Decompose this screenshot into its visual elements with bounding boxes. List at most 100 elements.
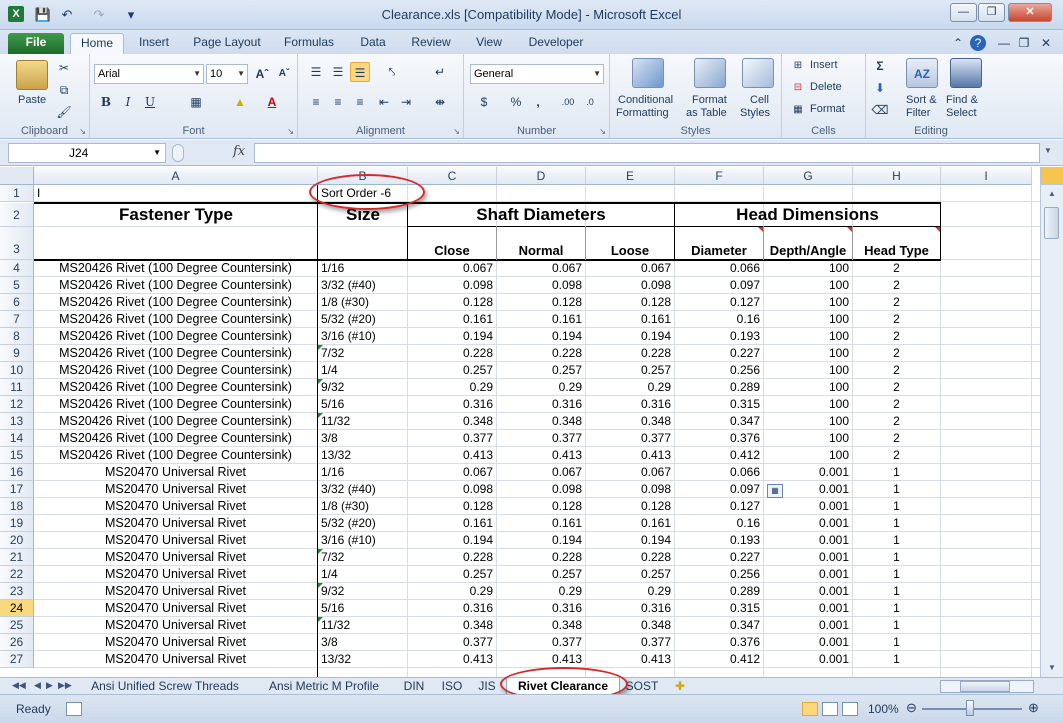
row-header[interactable]: 8 xyxy=(0,328,34,345)
error-indicator-icon[interactable] xyxy=(318,345,323,350)
insert-function-icon[interactable]: fx xyxy=(233,144,245,159)
align-left-icon[interactable]: ≡ xyxy=(306,92,326,112)
cell-a4[interactable]: MS20426 Rivet (100 Degree Countersink) xyxy=(34,260,317,277)
cell-c17[interactable]: 0.098 xyxy=(408,481,496,498)
cell-a21[interactable]: MS20470 Universal Rivet xyxy=(34,549,317,566)
zoom-slider-thumb[interactable] xyxy=(966,700,974,716)
row-header[interactable]: 11 xyxy=(0,379,34,396)
cell-h13[interactable]: 2 xyxy=(853,413,940,430)
cell-d13[interactable]: 0.348 xyxy=(497,413,585,430)
cell-h27[interactable]: 1 xyxy=(853,651,940,668)
tab-review[interactable]: Review xyxy=(404,33,458,54)
prev-sheet-icon[interactable]: ◀ xyxy=(34,680,41,691)
cell-e25[interactable]: 0.348 xyxy=(586,617,674,634)
workbook-close-icon[interactable]: ✕ xyxy=(1038,35,1054,51)
cell-b24[interactable]: 5/16 xyxy=(318,600,407,617)
error-indicator-icon[interactable] xyxy=(318,549,323,554)
cell-a16[interactable]: MS20470 Universal Rivet xyxy=(34,464,317,481)
cell-d14[interactable]: 0.377 xyxy=(497,430,585,447)
row-header[interactable]: 19 xyxy=(0,515,34,532)
cell-e10[interactable]: 0.257 xyxy=(586,362,674,379)
macro-record-icon[interactable] xyxy=(66,702,82,716)
format-painter-icon[interactable]: 🖌 xyxy=(54,102,74,122)
help-icon[interactable]: ? xyxy=(970,35,986,51)
cell-h26[interactable]: 1 xyxy=(853,634,940,651)
cell-f12[interactable]: 0.315 xyxy=(675,396,763,413)
row-header[interactable]: 26 xyxy=(0,634,34,651)
formula-bar-grip-icon[interactable] xyxy=(172,144,184,162)
alignment-launcher-icon[interactable]: ↘ xyxy=(453,127,460,136)
find-select-button-line2[interactable]: Select xyxy=(946,107,977,119)
paste-icon[interactable] xyxy=(16,60,48,90)
cell-e11[interactable]: 0.29 xyxy=(586,379,674,396)
cell-c9[interactable]: 0.228 xyxy=(408,345,496,362)
cell-e14[interactable]: 0.377 xyxy=(586,430,674,447)
cell-a24[interactable]: MS20470 Universal Rivet xyxy=(34,600,317,617)
cell-g4[interactable]: 100 xyxy=(764,260,852,277)
cell-h18[interactable]: 1 xyxy=(853,498,940,515)
scroll-up-icon[interactable]: ▲ xyxy=(1048,189,1056,198)
cell-e19[interactable]: 0.161 xyxy=(586,515,674,532)
currency-icon[interactable]: $ xyxy=(474,92,494,112)
cell-g14[interactable]: 100 xyxy=(764,430,852,447)
cell-g7[interactable]: 100 xyxy=(764,311,852,328)
conditional-formatting-icon[interactable] xyxy=(632,58,664,88)
tab-data[interactable]: Data xyxy=(352,33,394,54)
cell-c22[interactable]: 0.257 xyxy=(408,566,496,583)
tab-formulas[interactable]: Formulas xyxy=(276,33,342,54)
cell-h14[interactable]: 2 xyxy=(853,430,940,447)
split-box-icon[interactable] xyxy=(1041,167,1063,185)
cell-g8[interactable]: 100 xyxy=(764,328,852,345)
orientation-icon[interactable]: ⤣ xyxy=(382,62,402,82)
scroll-down-icon[interactable]: ▼ xyxy=(1048,663,1056,672)
cell-e24[interactable]: 0.316 xyxy=(586,600,674,617)
cell-a25[interactable]: MS20470 Universal Rivet xyxy=(34,617,317,634)
cell-h21[interactable]: 1 xyxy=(853,549,940,566)
cell-g26[interactable]: 0.001 xyxy=(764,634,852,651)
cell-b5[interactable]: 3/32 (#40) xyxy=(318,277,407,294)
workbook-minimize-icon[interactable]: — xyxy=(996,35,1012,51)
cell-f22[interactable]: 0.256 xyxy=(675,566,763,583)
cell-f6[interactable]: 0.127 xyxy=(675,294,763,311)
cell-a23[interactable]: MS20470 Universal Rivet xyxy=(34,583,317,600)
cell-c13[interactable]: 0.348 xyxy=(408,413,496,430)
cell-c15[interactable]: 0.413 xyxy=(408,447,496,464)
row-header[interactable]: 18 xyxy=(0,498,34,515)
italic-icon[interactable]: I xyxy=(118,92,138,112)
column-header-a[interactable]: A xyxy=(34,167,318,185)
sort-filter-icon[interactable]: AZ xyxy=(906,58,938,88)
cell-h5[interactable]: 2 xyxy=(853,277,940,294)
cell-b22[interactable]: 1/4 xyxy=(318,566,407,583)
cell-b18[interactable]: 1/8 (#30) xyxy=(318,498,407,515)
header-head-type[interactable]: Head Type xyxy=(853,242,940,259)
cell-c20[interactable]: 0.194 xyxy=(408,532,496,549)
zoom-out-icon[interactable]: ⊖ xyxy=(906,700,917,716)
header-loose[interactable]: Loose xyxy=(586,242,674,259)
format-cells-button[interactable]: Format xyxy=(810,103,845,115)
cell-h17[interactable]: 1 xyxy=(853,481,940,498)
row-header[interactable]: 14 xyxy=(0,430,34,447)
column-header-c[interactable]: C xyxy=(408,167,497,185)
insert-cells-icon[interactable]: ⊞ xyxy=(788,56,808,76)
cell-c23[interactable]: 0.29 xyxy=(408,583,496,600)
cell-a27[interactable]: MS20470 Universal Rivet xyxy=(34,651,317,668)
row-header[interactable]: 7 xyxy=(0,311,34,328)
header-close[interactable]: Close xyxy=(408,242,496,259)
cell-b15[interactable]: 13/32 xyxy=(318,447,407,464)
cell-c4[interactable]: 0.067 xyxy=(408,260,496,277)
expand-formula-icon[interactable]: ▼ xyxy=(1044,146,1052,155)
cell-f4[interactable]: 0.066 xyxy=(675,260,763,277)
column-header-g[interactable]: G xyxy=(764,167,853,185)
cell-e22[interactable]: 0.257 xyxy=(586,566,674,583)
cell-styles-icon[interactable] xyxy=(742,58,774,88)
cell-g5[interactable]: 100 xyxy=(764,277,852,294)
cell-b4[interactable]: 1/16 xyxy=(318,260,407,277)
cut-icon[interactable]: ✂ xyxy=(54,58,74,78)
cell-f8[interactable]: 0.193 xyxy=(675,328,763,345)
row-header[interactable]: 2 xyxy=(0,203,34,227)
comment-indicator-f3[interactable] xyxy=(758,227,763,232)
minimize-ribbon-icon[interactable]: ⌃ xyxy=(950,35,966,51)
cell-g25[interactable]: 0.001 xyxy=(764,617,852,634)
cell-b26[interactable]: 3/8 xyxy=(318,634,407,651)
align-right-icon[interactable]: ≡ xyxy=(350,92,370,112)
